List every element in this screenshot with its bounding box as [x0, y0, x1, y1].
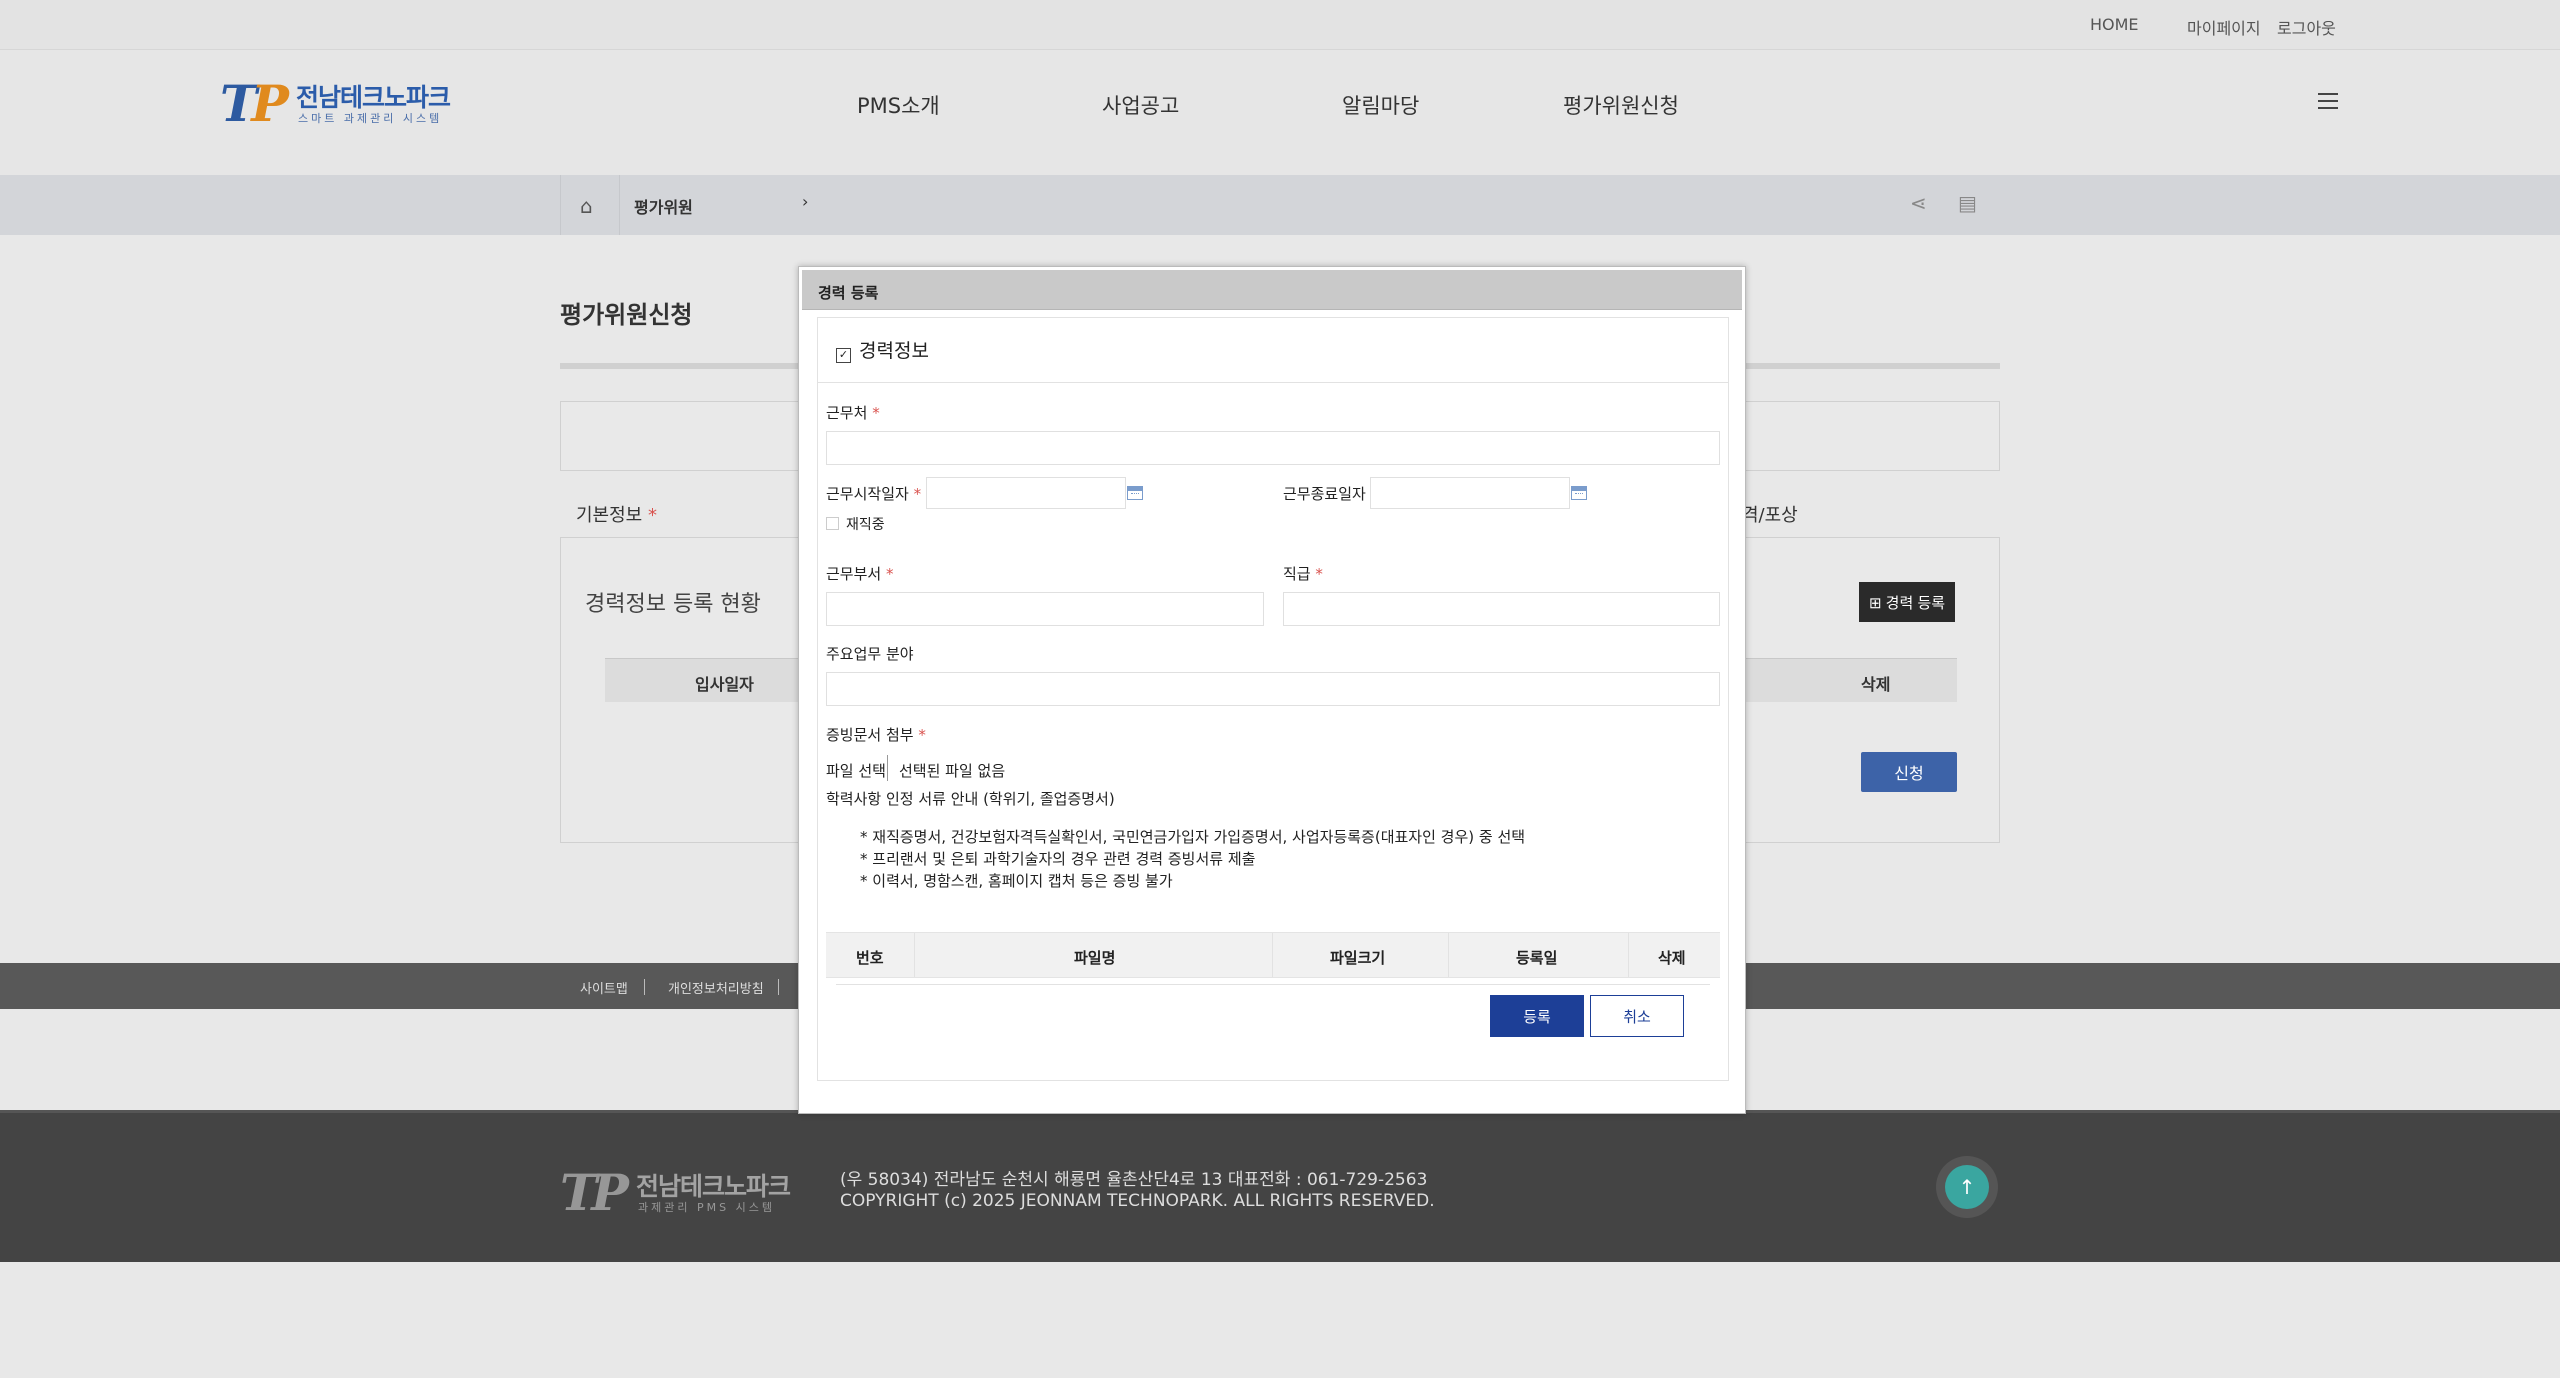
department-input[interactable] — [826, 592, 1264, 626]
main-field-label: 주요업무 분야 — [826, 645, 914, 663]
calendar-icon[interactable] — [1127, 486, 1143, 500]
file-separator — [887, 755, 888, 781]
section-divider — [818, 382, 1728, 383]
column-delete: 삭제 — [1658, 949, 1686, 967]
department-label-text: 근무부서 — [826, 565, 882, 583]
workplace-input[interactable] — [826, 431, 1720, 465]
section-title-text: 경력정보 — [859, 340, 929, 362]
start-date-input[interactable] — [926, 477, 1126, 509]
link-separator — [644, 979, 645, 995]
attachment-label-text: 증빙문서 첨부 — [826, 726, 914, 744]
column-divider — [914, 933, 915, 977]
workplace-label: 근무처 * — [826, 402, 880, 423]
required-mark: * — [872, 404, 880, 422]
footer-logo-subtitle: 과제관리 PMS 시스템 — [638, 1201, 775, 1214]
print-icon[interactable]: ▤ — [1958, 191, 1977, 215]
footer-logo-title: 전남테크노파크 — [636, 1172, 791, 1201]
end-date-label: 근무종료일자 — [1283, 485, 1366, 503]
position-label-text: 직급 — [1283, 565, 1311, 583]
position-label: 직급 * — [1283, 563, 1323, 584]
required-mark: * — [647, 505, 657, 526]
home-link[interactable]: HOME — [2090, 15, 2139, 34]
breadcrumb-arrow-icon[interactable]: › — [802, 192, 808, 211]
career-register-modal: 경력 등록 ✓ 경력정보 근무처 * 근무시작일자 * 재직중 근무종료일자 근무… — [798, 266, 1746, 1114]
top-utility-bar: HOME 마이페이지 로그아웃 — [0, 0, 2560, 50]
hamburger-icon[interactable] — [2318, 93, 2338, 109]
column-delete: 삭제 — [1861, 675, 1891, 694]
nav-item-announcements[interactable]: 사업공고 — [1102, 90, 1179, 120]
modal-title: 경력 등록 — [818, 284, 879, 302]
notes-heading: 학력사항 인정 서류 안내 (학위기, 졸업증명서) — [826, 790, 1115, 808]
column-file-size: 파일크기 — [1330, 949, 1386, 967]
file-table-bottom-line — [836, 984, 1710, 985]
footer-copyright: COPYRIGHT (c) 2025 JEONNAM TECHNOPARK. A… — [840, 1191, 1435, 1211]
footer-logo-mark: TP — [560, 1163, 629, 1222]
main-field-input[interactable] — [826, 672, 1720, 706]
required-mark: * — [885, 565, 894, 583]
currently-employed-checkbox[interactable] — [826, 517, 839, 530]
privacy-link[interactable]: 개인정보처리방침 — [668, 978, 764, 997]
required-mark: * — [1315, 565, 1323, 583]
site-header: TP 전남테크노파크 스마트 과제관리 시스템 PMS소개 사업공고 알림마당 … — [0, 50, 2560, 175]
column-reg-date: 등록일 — [1516, 949, 1558, 967]
required-mark: * — [913, 485, 922, 503]
end-date-input[interactable] — [1370, 477, 1570, 509]
footer-address: (우 58034) 전라남도 순천시 해룡면 율촌산단4로 13 대표전화 : … — [840, 1170, 1428, 1190]
required-mark: * — [918, 726, 926, 744]
tab-basic-info[interactable]: 기본정보 * — [576, 501, 657, 527]
site-logo[interactable]: TP 전남테크노파크 스마트 과제관리 시스템 — [220, 74, 451, 133]
nav-item-pms-intro[interactable]: PMS소개 — [857, 90, 940, 120]
calendar-icon[interactable] — [1571, 486, 1587, 500]
note-line: * 프리랜서 및 은퇴 과학기술자의 경우 관련 경력 증빙서류 제출 — [860, 850, 1256, 868]
site-footer: TP 전남테크노파크 과제관리 PMS 시스템 (우 58034) 전라남도 순… — [0, 1110, 2560, 1262]
career-status-title: 경력정보 등록 현황 — [585, 592, 761, 617]
note-line: * 재직증명서, 건강보험자격득실확인서, 국민연금가입자 가입증명서, 사업자… — [860, 828, 1526, 846]
start-date-label-text: 근무시작일자 — [826, 485, 909, 503]
position-input[interactable] — [1283, 592, 1720, 626]
nav-item-notice[interactable]: 알림마당 — [1342, 90, 1419, 120]
column-divider — [1272, 933, 1273, 977]
apply-button[interactable]: 신청 — [1861, 752, 1957, 792]
tab-basic-label: 기본정보 — [576, 505, 643, 526]
breadcrumb-current[interactable]: 평가위원 — [634, 194, 693, 218]
career-register-button[interactable]: ⊞ 경력 등록 — [1859, 582, 1955, 622]
sitemap-link[interactable]: 사이트맵 — [580, 978, 628, 997]
location-bar: ⌂ 평가위원 › ⋖ ▤ — [0, 175, 2560, 235]
file-select-button[interactable]: 파일 선택 — [826, 760, 886, 781]
edit-icon: ✓ — [836, 348, 851, 363]
register-button[interactable]: 등록 — [1490, 995, 1584, 1037]
arrow-up-icon: ↑ — [1945, 1165, 1989, 1209]
home-button[interactable]: ⌂ — [560, 175, 620, 235]
page-title: 평가위원신청 — [560, 301, 693, 329]
logo-subtitle: 스마트 과제관리 시스템 — [298, 112, 443, 125]
column-file-name: 파일명 — [1074, 949, 1116, 967]
section-title: ✓ 경력정보 — [836, 336, 929, 363]
cancel-button[interactable]: 취소 — [1590, 995, 1684, 1037]
nav-item-evaluator-apply[interactable]: 평가위원신청 — [1563, 90, 1679, 120]
start-date-label: 근무시작일자 * — [826, 483, 921, 504]
currently-employed-label: 재직중 — [846, 517, 885, 533]
mypage-link[interactable]: 마이페이지 — [2187, 15, 2261, 39]
link-separator — [778, 979, 779, 995]
career-form-panel: ✓ 경력정보 근무처 * 근무시작일자 * 재직중 근무종료일자 근무부서 * 직… — [817, 317, 1729, 1081]
department-label: 근무부서 * — [826, 563, 893, 584]
home-icon: ⌂ — [580, 194, 593, 218]
note-line: * 이력서, 명함스캔, 홈페이지 캡처 등은 증빙 불가 — [860, 872, 1173, 890]
column-divider — [1628, 933, 1629, 977]
footer-logo: TP 전남테크노파크 과제관리 PMS 시스템 — [560, 1163, 791, 1222]
column-start-date: 입사일자 — [695, 675, 754, 694]
file-none-text: 선택된 파일 없음 — [899, 762, 1006, 780]
column-no: 번호 — [856, 949, 884, 967]
attachment-label: 증빙문서 첨부 * — [826, 724, 926, 745]
logout-link[interactable]: 로그아웃 — [2277, 15, 2336, 39]
share-icon[interactable]: ⋖ — [1910, 191, 1927, 215]
modal-header: 경력 등록 — [802, 270, 1742, 310]
logo-mark: TP — [220, 74, 289, 133]
logo-title: 전남테크노파크 — [296, 83, 451, 112]
workplace-label-text: 근무처 — [826, 404, 868, 422]
column-divider — [1448, 933, 1449, 977]
tab-award[interactable]: 격/포상 — [1742, 501, 1798, 527]
scroll-top-button[interactable]: ↑ — [1936, 1156, 1998, 1218]
file-table-header: 번호 파일명 파일크기 등록일 삭제 — [826, 932, 1720, 978]
